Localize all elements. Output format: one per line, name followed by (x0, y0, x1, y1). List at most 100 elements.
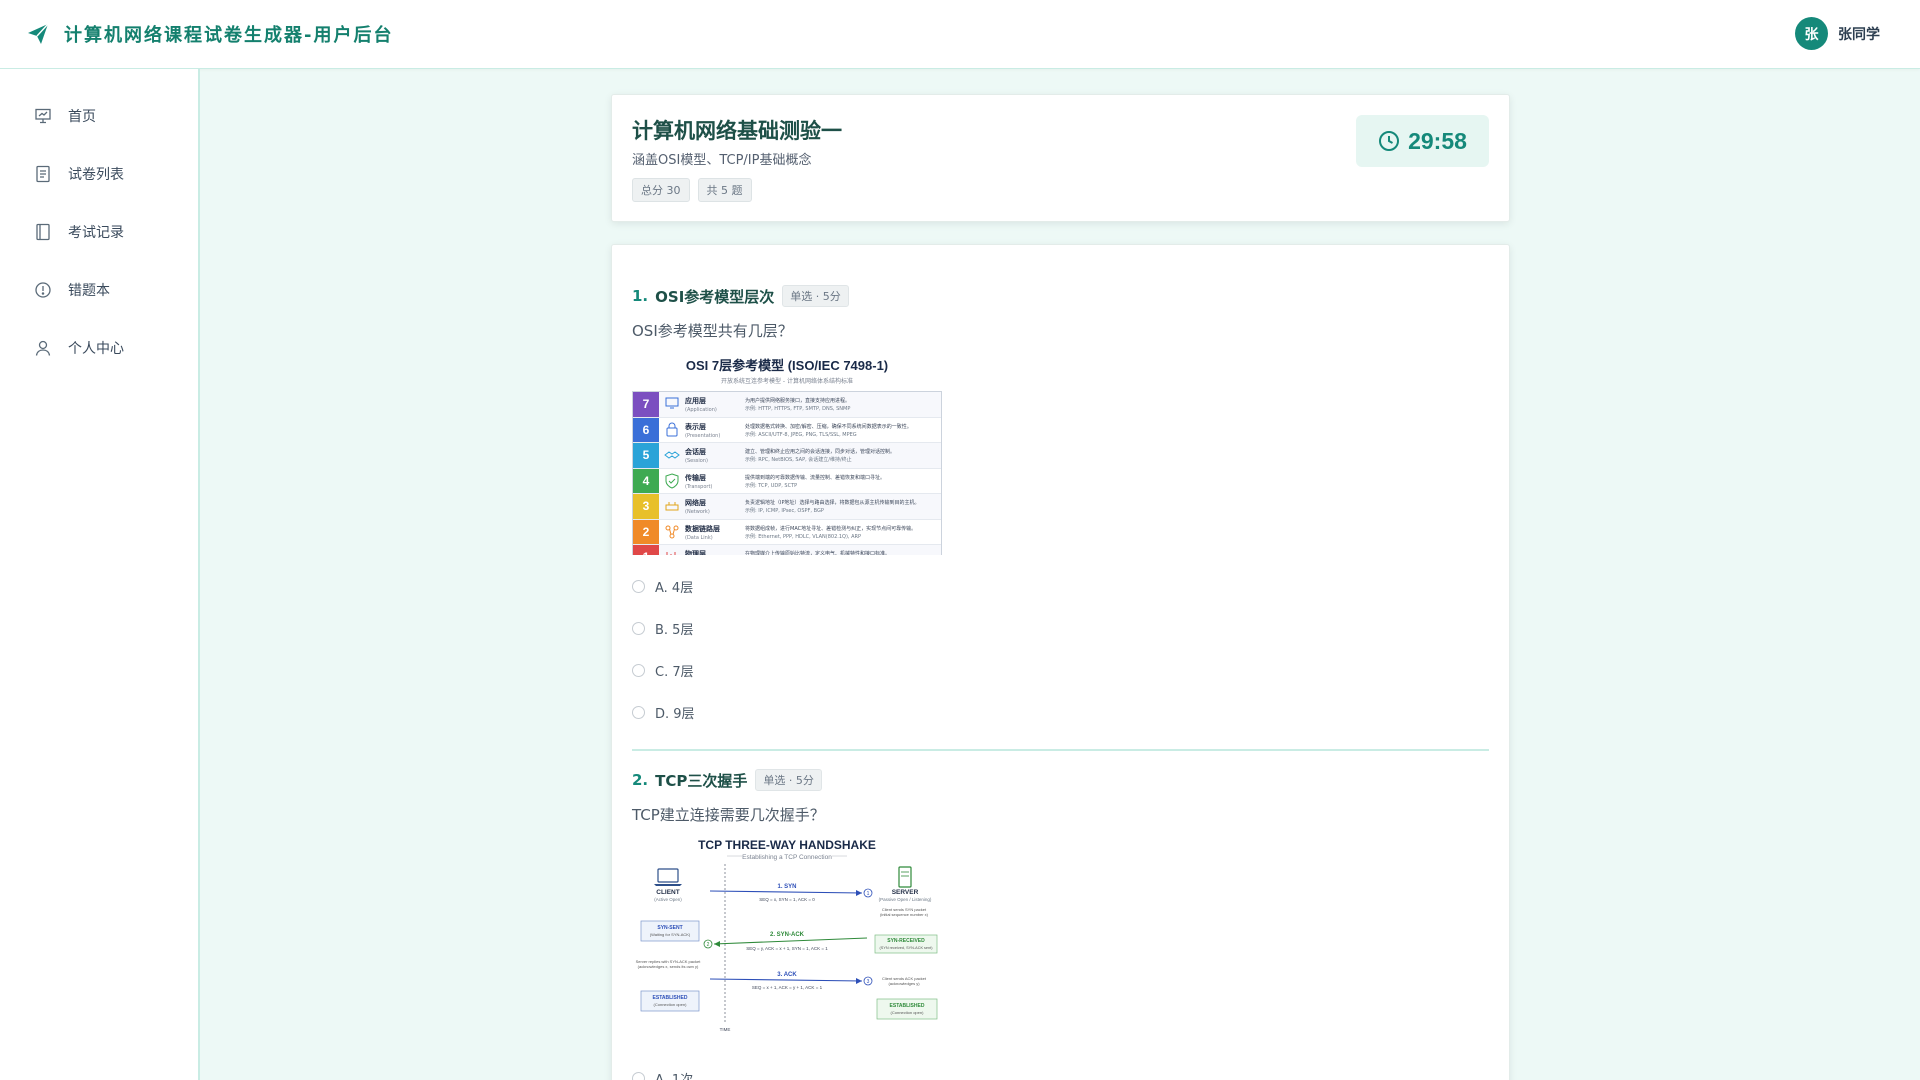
question-divider (632, 749, 1489, 751)
option-label: D. 9层 (655, 706, 695, 722)
osi-layer-name: 表示层 (Presentation) (685, 422, 721, 439)
server-established-sub: (Connection open) (891, 1010, 925, 1015)
laptop-icon (654, 868, 682, 886)
option-label: A. 1次 (655, 1072, 694, 1080)
step1-seq: SEQ = x, SYN = 1, ACK = 0 (759, 897, 815, 902)
sidebar-item-label: 考试记录 (68, 225, 124, 241)
osi-layer-description: 在物理媒介上传输原始比特流，定义电气、机械特性和接口标准。示例: RJ45, 光… (745, 551, 891, 555)
osi-layer-description: 为用户提供网络服务接口，直接支持应用进程。 示例: HTTP, HTTPS, FT… (745, 398, 851, 412)
osi-layer-description: 处理数据格式转换、加密/解密、压缩，确保不同系统间数据表示的一致性。 示例: AS… (745, 423, 912, 438)
figure-title: TCP THREE-WAY HANDSHAKE (698, 839, 876, 852)
osi-layer-icon (659, 469, 685, 494)
osi-layer-name: 数据链路层 (Data Link) (685, 524, 720, 541)
user-name[interactable]: 张同学 (1838, 24, 1880, 44)
osi-layer-row: 3 网络层 (Network) 负责逻辑地址（IP地址）选择与路由选择，将数据包从源主… (633, 494, 941, 520)
radio-button[interactable] (632, 663, 645, 677)
sidebar-item-exam-records[interactable]: 考试记录 (0, 203, 198, 261)
sidebar-item-label: 错题本 (68, 283, 110, 299)
option-label: B. 5层 (655, 622, 694, 638)
sidebar-item-wrong-book[interactable]: 错题本 (0, 261, 198, 319)
osi-layer-description: 将数据组成帧，进行MAC地址寻址、差错检测与纠正，实现节点间可靠传输。 示例: E… (745, 525, 917, 540)
countdown-timer: 29:58 (1356, 115, 1489, 167)
tcp-handshake-diagram: TCP THREE-WAY HANDSHAKE Establishing a T… (636, 838, 938, 1032)
question-title: OSI参考模型层次 (655, 287, 775, 306)
osi-layer-icon (659, 545, 685, 555)
syn-received-state: SYN-RECEIVED (887, 938, 925, 944)
option-label: A. 4层 (655, 580, 694, 596)
question-number: 2. (632, 771, 649, 789)
sidebar-item-exam-list[interactable]: 试卷列表 (0, 145, 198, 203)
osi-layer-table: 7 应用层 (Application) 为用户提供网络服务接口，直接支持应用进程。 示例… (632, 391, 942, 555)
radio-button[interactable] (632, 1071, 645, 1080)
sidebar-item-label: 首页 (68, 109, 96, 125)
osi-layer-row: 1 物理层(Physical) 在物理媒介上传输原始比特流，定义电气、机械特性和接口… (633, 545, 941, 555)
svg-text:1: 1 (867, 891, 870, 897)
user-menu[interactable]: 张 张同学 (1795, 17, 1880, 50)
question-options: A. 1次 (632, 1057, 1489, 1080)
radio-button[interactable] (632, 579, 645, 593)
question-text: OSI参考模型共有几层？ (632, 322, 793, 340)
osi-layer-name: 应用层 (Application) (685, 397, 717, 413)
option-label: C. 7层 (655, 664, 694, 680)
question-number: 1. (632, 287, 649, 305)
question-count-tag: 共 5 题 (697, 178, 752, 202)
option-d[interactable]: D. 9层 (632, 691, 1489, 733)
exam-header-card: 计算机网络基础测验一 涵盖OSI模型、TCP/IP基础概念 总分 30 共 5 … (611, 94, 1510, 222)
notebook-icon (36, 223, 50, 241)
option-a[interactable]: A. 1次 (632, 1057, 1489, 1080)
osi-layer-number: 5 (633, 443, 659, 468)
step1-label: 1. SYN (777, 884, 796, 890)
figure-subtitle: Establishing a TCP Connection (742, 854, 832, 861)
option-c[interactable]: C. 7层 (632, 649, 1489, 691)
option-a[interactable]: A. 4层 (632, 565, 1489, 607)
alert-circle-icon (35, 282, 51, 298)
osi-layer-row: 2 数据链路层 (Data Link) 将数据组成帧，进行MAC地址寻址、差错检测与纠… (633, 519, 941, 545)
presentation-icon (35, 108, 51, 124)
client-established-state: ESTABLISHED (653, 995, 688, 1001)
server-icon (898, 866, 912, 888)
radio-button[interactable] (632, 621, 645, 635)
step3-label: 3. ACK (777, 972, 797, 978)
question-1: 1. OSI参考模型层次 单选 · 5分 OSI参考模型共有几层？ OSI 7层… (632, 245, 1489, 733)
avatar[interactable]: 张 (1795, 17, 1828, 50)
question-text: TCP建立连接需要几次握手？ (632, 806, 825, 824)
timer-value: 29:58 (1408, 127, 1467, 154)
osi-layer-number: 6 (633, 417, 659, 442)
tcp-handshake-figure: TCP THREE-WAY HANDSHAKE Establishing a T… (632, 838, 942, 1039)
sidebar: 首页 试卷列表 考试记录 错题本 个人中心 (0, 69, 200, 1080)
paper-plane-icon (28, 23, 49, 44)
client-label: CLIENT (656, 889, 680, 896)
svg-text:2: 2 (707, 942, 710, 948)
brand[interactable]: 计算机网络课程试卷生成器-用户后台 (26, 21, 393, 47)
osi-layer-row: 5 会话层 (Session) 建立、管理和终止应用之间的会话连接，同步对话，管理对话… (633, 443, 941, 469)
osi-layer-icon (659, 520, 685, 545)
osi-layer-icon (659, 392, 685, 417)
figure-subtitle: 开放系统互连参考模型 - 计算机网络体系结构标准 (721, 378, 853, 385)
clock-icon (1379, 131, 1400, 151)
time-axis-label: TIME (720, 1027, 731, 1032)
sidebar-item-label: 个人中心 (68, 341, 124, 357)
syn-sent-sub: (Waiting for SYN-ACK) (650, 932, 691, 937)
radio-button[interactable] (632, 705, 645, 719)
osi-model-figure: OSI 7层参考模型 (ISO/IEC 7498-1) 开放系统互连参考模型 -… (632, 355, 942, 555)
note-server2b: (acknowledges y) (888, 981, 920, 986)
syn-received-sub: (SYN received, SYN-ACK sent) (880, 946, 934, 950)
osi-layer-row: 7 应用层 (Application) 为用户提供网络服务接口，直接支持应用进程。 示例… (633, 392, 941, 418)
client-sublabel: (Active Open) (654, 897, 682, 902)
osi-layer-name: 物理层(Physical) (685, 550, 706, 555)
note-clientb: (acknowledges x, sends its own y) (638, 964, 699, 969)
exam-title: 计算机网络基础测验一 (632, 119, 842, 143)
sidebar-item-profile[interactable]: 个人中心 (0, 319, 198, 377)
osi-layer-number: 2 (633, 519, 659, 544)
main-content: 计算机网络基础测验一 涵盖OSI模型、TCP/IP基础概念 总分 30 共 5 … (200, 69, 1920, 1080)
sidebar-item-home[interactable]: 首页 (0, 87, 198, 145)
note-server1b: (initial sequence number x) (880, 912, 929, 917)
step3-seq: SEQ = x + 1, ACK = y + 1, ACK = 1 (752, 985, 823, 990)
osi-layer-icon (659, 418, 685, 443)
osi-layer-name: 网络层 (Network) (685, 499, 710, 515)
question-2: 2. TCP三次握手 单选 · 5分 TCP建立连接需要几次握手？ TCP TH… (632, 769, 1489, 1080)
figure-title: OSI 7层参考模型 (ISO/IEC 7498-1) (685, 358, 889, 373)
user-icon (35, 340, 51, 356)
option-b[interactable]: B. 5层 (632, 607, 1489, 649)
osi-layer-name: 传输层 (Transport) (685, 473, 713, 490)
